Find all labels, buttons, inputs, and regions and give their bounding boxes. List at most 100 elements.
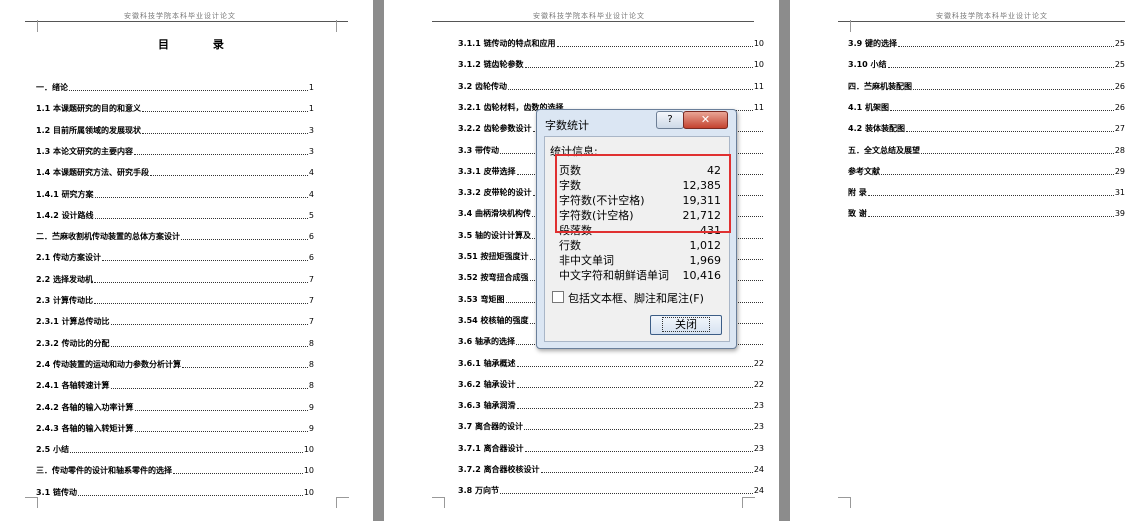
toc-entry[interactable]: 3.9 键的选择 25 bbox=[848, 38, 1125, 50]
margin-corner-bl bbox=[838, 497, 851, 508]
toc-entry-title: 2.3 计算传动比 bbox=[36, 296, 93, 305]
toc-entry[interactable]: 1.2 目前所属领域的发展现状 3 bbox=[36, 125, 314, 137]
toc-entry[interactable]: 2.5 小结 10 bbox=[36, 444, 314, 456]
toc-entry-title: 3.3.1 皮带选择 bbox=[458, 166, 516, 176]
toc-entry-title: 2.4.1 各轴转速计算 bbox=[36, 381, 110, 391]
header-rule bbox=[838, 21, 1125, 22]
toc-entry[interactable]: 1.4 本课题研究方法、研究手段 4 bbox=[36, 167, 314, 179]
toc-entry[interactable]: 2.3 计算传动比 7 bbox=[36, 295, 314, 307]
document-page-1: 安徽科技学院本科毕业设计论文 目 录 一．绪论 1 1.1 本课题研究的目的和意义 1… bbox=[0, 0, 373, 521]
toc-entry[interactable]: 2.3.1 计算总传动比 7 bbox=[36, 316, 314, 328]
toc-entry-title: 1.2 目前所属领域的发展现状 bbox=[36, 125, 141, 135]
toc-entry[interactable]: 3.1 链传动 10 bbox=[36, 487, 314, 499]
toc-entry[interactable]: 3.10 小结 25 bbox=[848, 59, 1125, 71]
toc-leader-dots bbox=[905, 131, 1114, 133]
toc-entry[interactable]: 二．苎麻收割机传动装置的总体方案设计 6 bbox=[36, 231, 314, 243]
toc-leader-dots bbox=[556, 46, 753, 47]
toc-entry[interactable]: 3.1.2 链齿轮参数 10 bbox=[458, 59, 764, 71]
toc-entry[interactable]: 3.1.1 链传动的特点和应用 10 bbox=[458, 38, 764, 50]
close-icon[interactable]: ✕ bbox=[683, 111, 728, 129]
toc-entry[interactable]: 3.6.3 轴承润滑 23 bbox=[458, 400, 764, 412]
toc-entry[interactable]: 1.4.1 研究方案 4 bbox=[36, 189, 314, 201]
toc-entry-title: 附 录 bbox=[848, 188, 867, 198]
toc-leader-dots bbox=[173, 473, 303, 475]
toc-entry[interactable]: 三．传动零件的设计和轴系零件的选择 10 bbox=[36, 465, 314, 477]
toc-entry-title: 3.7 离合器的设计 bbox=[458, 422, 523, 432]
include-textboxes-checkbox[interactable]: 包括文本框、脚注和尾注(F) bbox=[552, 290, 704, 306]
toc-entry-title: 4.2 装体装配图 bbox=[848, 124, 905, 134]
toc-entry[interactable]: 3.7 离合器的设计 23 bbox=[458, 421, 764, 433]
toc-entry[interactable]: 3.6.1 轴承概述 22 bbox=[458, 358, 764, 370]
page-header-text: 安徽科技学院本科毕业设计论文 bbox=[533, 12, 645, 20]
stat-row: 非中文单词 1,969 bbox=[559, 253, 721, 268]
toc-page-number: 23 bbox=[753, 401, 764, 411]
help-button[interactable]: ? bbox=[656, 111, 684, 129]
toc-entry-title: 3.1 链传动 bbox=[36, 487, 77, 497]
toc-leader-dots bbox=[133, 153, 308, 155]
toc-leader-dots bbox=[889, 109, 1114, 111]
toc-entry[interactable]: 1.4.2 设计路线 5 bbox=[36, 210, 314, 222]
toc-page-number: 10 bbox=[753, 60, 764, 70]
toc-entry[interactable]: 3.8 万向节 24 bbox=[458, 485, 764, 497]
toc-leader-dots bbox=[897, 46, 1114, 47]
toc-entry[interactable]: 2.2 选择发动机 7 bbox=[36, 274, 314, 286]
toc-page-number: 29 bbox=[1114, 166, 1125, 176]
word-count-dialog: 字数统计 ? ✕ 统计信息: 页数 42 字数 12,385 字符数(不计空格) 19,3… bbox=[536, 109, 737, 349]
toc-leader-dots bbox=[69, 452, 303, 454]
toc-entry-title: 3.5 轴的设计计算及 bbox=[458, 230, 531, 240]
toc-entry[interactable]: 1.1 本课题研究的目的和意义 1 bbox=[36, 103, 314, 115]
toc-entry[interactable]: 3.7.2 离合器校核设计 24 bbox=[458, 464, 764, 476]
toc-entry[interactable]: 2.4.1 各轴转速计算 8 bbox=[36, 380, 314, 392]
toc-leader-dots bbox=[867, 195, 1114, 197]
toc-entry-title: 四．苎麻机装配图 bbox=[848, 81, 912, 91]
toc-title: 目 录 bbox=[158, 38, 244, 51]
toc-page-number: 8 bbox=[308, 338, 314, 348]
toc-entry[interactable]: 致 谢 39 bbox=[848, 208, 1125, 220]
toc-entry[interactable]: 2.3.2 传动比的分配 8 bbox=[36, 338, 314, 350]
toc-page-number: 4 bbox=[308, 189, 314, 199]
toc-leader-dots bbox=[134, 430, 308, 432]
toc-page-number: 7 bbox=[308, 317, 314, 327]
toc-leader-dots bbox=[141, 132, 308, 134]
toc-entry-title: 3.7.2 离合器校核设计 bbox=[458, 465, 540, 474]
toc-entry[interactable]: 1.3 本论文研究的主要内容 3 bbox=[36, 146, 314, 158]
stat-label: 行数 bbox=[559, 239, 581, 252]
toc-entry-title: 三．传动零件的设计和轴系零件的选择 bbox=[36, 466, 172, 476]
toc-page-number: 1 bbox=[308, 83, 314, 92]
toc-page-number: 10 bbox=[303, 445, 314, 455]
toc-entry[interactable]: 3.7.1 离合器设计 23 bbox=[458, 443, 764, 455]
toc-entry-title: 3.7.1 离合器设计 bbox=[458, 443, 524, 453]
toc-entry-title: 4.1 机架图 bbox=[848, 102, 889, 112]
toc-page-number: 25 bbox=[1114, 60, 1125, 70]
toc-entry[interactable]: 2.1 传动方案设计 6 bbox=[36, 252, 314, 264]
toc-entry[interactable]: 3.6.2 轴承设计 22 bbox=[458, 379, 764, 391]
toc-page-number: 7 bbox=[308, 274, 314, 284]
toc-entry-title: 2.4.2 各轴的输入功率计算 bbox=[36, 402, 134, 412]
toc-entry-title: 2.4.3 各轴的输入转矩计算 bbox=[36, 423, 134, 433]
toc-entry[interactable]: 4.1 机架图 26 bbox=[848, 102, 1125, 114]
toc-entry[interactable]: 2.4 传动装置的运动和动力参数分析计算 8 bbox=[36, 359, 314, 371]
toc-entry[interactable]: 一．绪论 1 bbox=[36, 82, 314, 94]
toc-leader-dots bbox=[499, 493, 753, 495]
toc-entry-title: 3.3 带传动 bbox=[458, 145, 499, 155]
toc-entry-title: 3.9 键的选择 bbox=[848, 39, 897, 48]
toc-entry[interactable]: 4.2 装体装配图 27 bbox=[848, 123, 1125, 135]
toc-entry[interactable]: 参考文献 29 bbox=[848, 166, 1125, 178]
toc-entry[interactable]: 3.2 齿轮传动 11 bbox=[458, 81, 764, 93]
stat-value: 1,012 bbox=[689, 239, 722, 252]
toc-entry[interactable]: 2.4.3 各轴的输入转矩计算 9 bbox=[36, 423, 314, 435]
toc-leader-dots bbox=[516, 386, 753, 388]
toc-entry[interactable]: 四．苎麻机装配图 26 bbox=[848, 81, 1125, 93]
toc-page-number: 1 bbox=[308, 104, 314, 114]
toc-entry-title: 3.54 校核轴的强度 bbox=[458, 315, 529, 325]
toc-entry[interactable]: 2.4.2 各轴的输入功率计算 9 bbox=[36, 402, 314, 414]
toc-entry-title: 3.3.2 皮带轮的设计 bbox=[458, 188, 532, 198]
margin-corner-tl bbox=[25, 20, 38, 32]
checkbox-box[interactable] bbox=[552, 291, 564, 303]
toc-entry[interactable]: 五．全文总结及展望 28 bbox=[848, 145, 1125, 157]
toc-page-number: 10 bbox=[753, 39, 764, 48]
toc-page-number: 24 bbox=[753, 465, 764, 474]
toc-entry[interactable]: 附 录 31 bbox=[848, 187, 1125, 199]
toc-page-number: 10 bbox=[303, 487, 314, 497]
close-button[interactable]: 关闭 bbox=[650, 315, 722, 335]
